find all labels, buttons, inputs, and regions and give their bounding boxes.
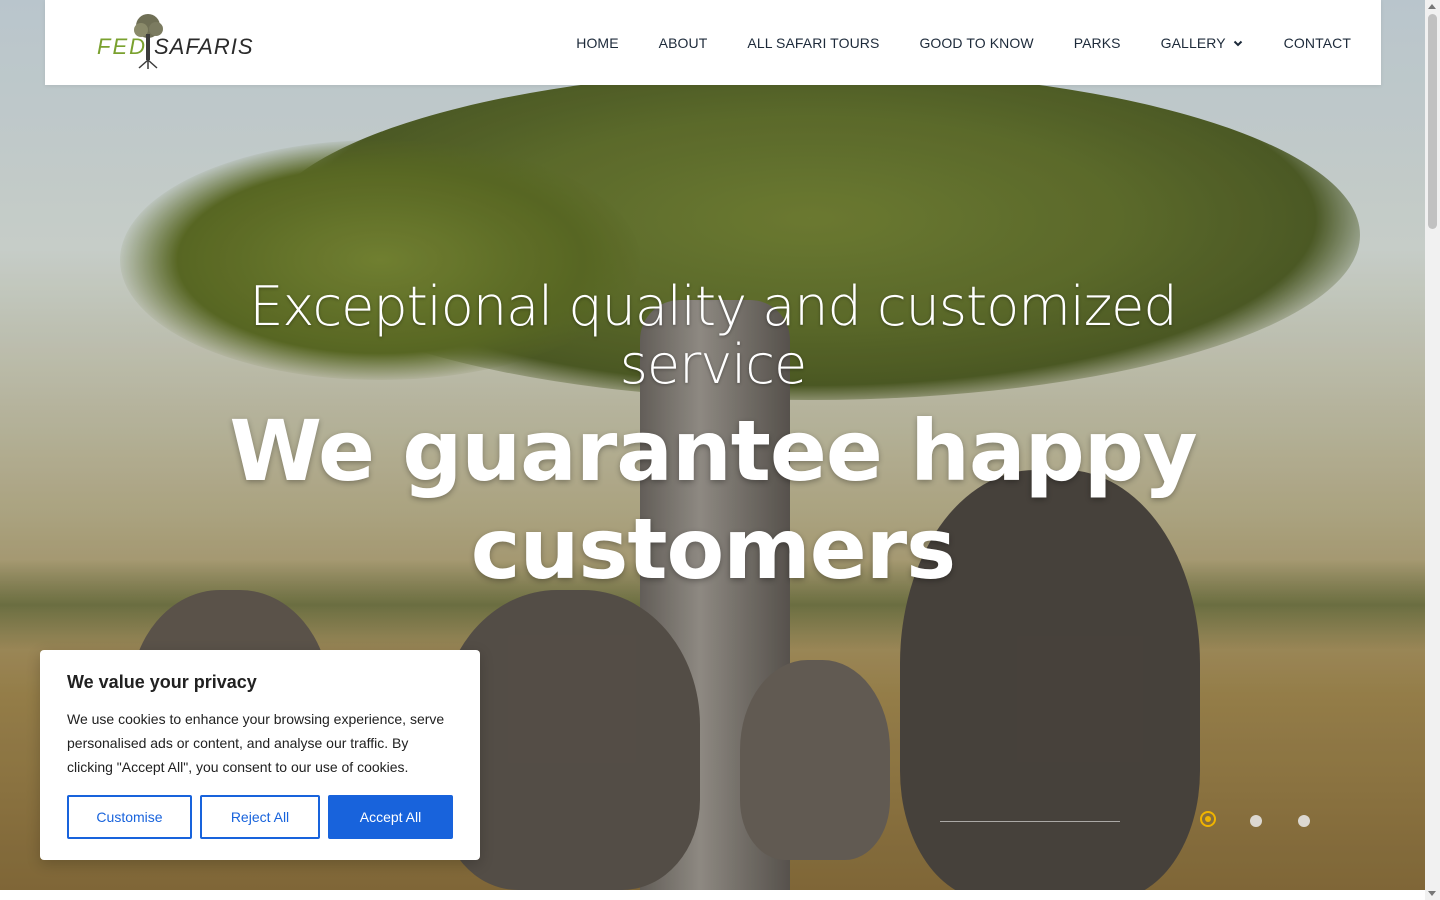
nav-parks[interactable]: PARKS [1074, 35, 1121, 51]
nav-gallery-label: GALLERY [1160, 34, 1226, 51]
logo-text-safaris: SAFARIS [154, 34, 254, 59]
slider-dot-3[interactable] [1298, 815, 1310, 827]
scrollbar-thumb[interactable] [1428, 14, 1437, 229]
nav-good-to-know[interactable]: GOOD TO KNOW [919, 35, 1033, 51]
cookie-consent-banner: We value your privacy We use cookies to … [40, 650, 480, 860]
slider-progress-line [940, 821, 1120, 822]
nav-contact[interactable]: CONTACT [1284, 35, 1351, 51]
hero-title: We guarantee happy customers [229, 402, 1197, 598]
scroll-up-arrow-icon[interactable] [1428, 4, 1436, 9]
site-logo[interactable]: FED SAFARIS [97, 12, 253, 72]
nav-gallery[interactable]: GALLERY [1161, 35, 1244, 51]
cookie-description: We use cookies to enhance your browsing … [67, 711, 445, 775]
site-header: FED SAFARIS HOME ABOUT ALL SAFARI TOURS … [45, 0, 1381, 85]
customise-button[interactable]: Customise [67, 795, 192, 839]
nav-about[interactable]: ABOUT [659, 35, 708, 51]
cookie-title: We value your privacy [67, 672, 257, 692]
reject-all-button[interactable]: Reject All [200, 795, 320, 839]
slider-dot-1[interactable] [1200, 811, 1216, 827]
scroll-down-arrow-icon[interactable] [1428, 891, 1436, 896]
nav-home[interactable]: HOME [576, 35, 618, 51]
main-nav: HOME ABOUT ALL SAFARI TOURS GOOD TO KNOW… [576, 0, 1351, 85]
page-scrollbar[interactable] [1425, 0, 1440, 900]
accept-all-button[interactable]: Accept All [328, 795, 453, 839]
slider-dot-2[interactable] [1250, 815, 1262, 827]
chevron-down-icon [1233, 40, 1242, 46]
nav-all-safari-tours[interactable]: ALL SAFARI TOURS [747, 35, 879, 51]
logo-text-fed: FED [97, 34, 147, 59]
hero-subtitle: Exceptional quality and customized servi… [249, 275, 1177, 396]
